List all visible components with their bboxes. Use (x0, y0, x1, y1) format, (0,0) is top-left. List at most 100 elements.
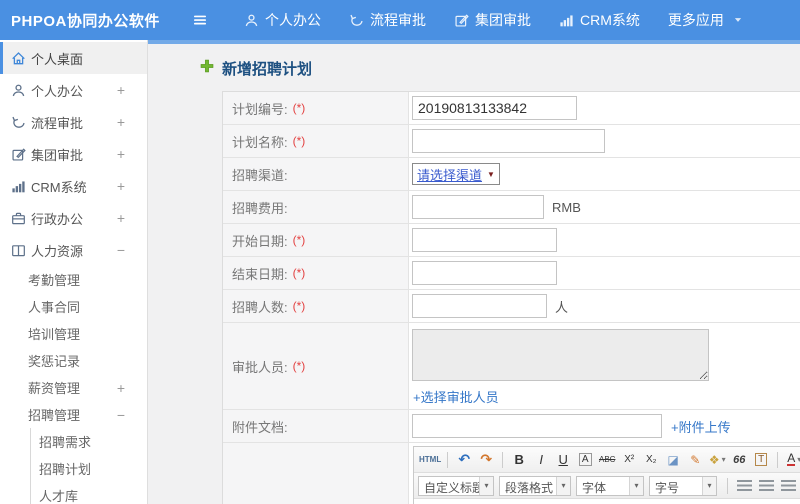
editor-superscript-button[interactable]: X² (619, 450, 639, 470)
editor-underline-button[interactable]: U (553, 450, 573, 470)
sidebar-item-crm-system[interactable]: CRM系统 + (0, 170, 147, 202)
editor-italic-button[interactable]: I (531, 450, 551, 470)
editor-align-right-button[interactable] (778, 476, 798, 496)
attachment-doc-input[interactable] (412, 414, 662, 438)
sidebar-item-attendance-mgmt[interactable]: 考勤管理 (0, 266, 147, 293)
editor-font-family-select[interactable]: 字体 ▾ (576, 475, 644, 496)
top-nav-more-apps[interactable]: 更多应用 (668, 10, 743, 30)
glyph: ABC (598, 455, 616, 464)
field-value-cell (409, 224, 800, 256)
expand-plus-icon[interactable]: + (117, 82, 125, 98)
sidebar-item-hr-contract[interactable]: 人事合同 (0, 293, 147, 320)
glyph: ◪ (667, 452, 679, 467)
sidebar-item-personal-desktop[interactable]: 个人桌面 (0, 42, 147, 74)
undo-icon (349, 13, 364, 28)
sidebar-item-recruit-plan[interactable]: 招聘计划 (30, 455, 147, 482)
editor-font-size-select[interactable]: 字号 ▾ (649, 475, 717, 496)
sidebar-item-recruit-mgmt[interactable]: 招聘管理 − (0, 401, 147, 428)
editor-subscript-button[interactable]: X₂ (641, 450, 661, 470)
recruit-cost-input[interactable] (412, 195, 544, 219)
editor-font-style-button[interactable]: A (575, 450, 595, 470)
editor-redo-button[interactable]: ↷ (476, 450, 496, 470)
glyph: ↷ (480, 451, 493, 467)
caret-down-icon (733, 15, 743, 25)
expand-plus-icon[interactable]: + (117, 146, 125, 162)
editor-align-left-button[interactable] (734, 476, 754, 496)
editor-paste-text-button[interactable]: T (751, 450, 771, 470)
sidebar-item-human-resources[interactable]: 人力资源 − (0, 234, 147, 266)
sidebar-item-talent-pool[interactable]: 人才库 (30, 482, 147, 504)
sidebar-item-recruit-demand[interactable]: 招聘需求 (30, 428, 147, 455)
recruit-headcount-input[interactable] (412, 294, 547, 318)
glyph: ✎ (690, 452, 701, 467)
expand-plus-icon[interactable]: + (117, 178, 125, 194)
editor-undo-button[interactable]: ↶ (454, 450, 474, 470)
expand-plus-icon[interactable]: + (117, 210, 125, 226)
editor-heading-select[interactable]: 自定义标题 ▾ (418, 475, 494, 496)
required-mark: (*) (292, 359, 306, 373)
editor-bold-button[interactable]: B (509, 450, 529, 470)
field-label-cell: 附件文档: (223, 410, 409, 442)
sidebar-item-label: 招聘管理 (28, 408, 81, 423)
select-approvers-link[interactable]: +选择审批人员 (413, 387, 499, 406)
sidebar-item-workflow-approval[interactable]: 流程审批 + (0, 106, 147, 138)
glyph: X² (624, 454, 635, 465)
glyph: ❖ (708, 452, 720, 467)
editor-format-brush-button[interactable]: ✎ (685, 450, 705, 470)
recruit-channel-select[interactable]: 请选择渠道 ▼ (412, 163, 500, 185)
sidebar-item-salary-mgmt[interactable]: 薪资管理 + (0, 374, 147, 401)
sidebar-item-label: 招聘需求 (39, 435, 92, 450)
sidebar-item-admin-office[interactable]: 行政办公 + (0, 202, 147, 234)
sidebar-item-label: 人力资源 (31, 243, 84, 259)
sidebar-item-group-approval[interactable]: 集团审批 + (0, 138, 147, 170)
editor-paint-format-button[interactable]: ❖ ▾ (707, 450, 727, 470)
top-nav: 个人办公 流程审批 集团审批 CRM系统 更多应用 (230, 10, 757, 30)
glyph: ↶ (458, 451, 471, 467)
sidebar-item-reward-records[interactable]: 奖惩记录 (0, 347, 147, 374)
plan-number-input[interactable] (412, 96, 577, 120)
required-mark: (*) (292, 101, 306, 115)
select-arrow-icon: ▼ (487, 169, 495, 179)
editor-eraser-button[interactable]: ◪ (663, 450, 683, 470)
attachment-doc-upload-link[interactable]: +附件上传 (671, 417, 731, 436)
unit-suffix: RMB (552, 199, 581, 215)
form-row-plan-content-editor: HTML↶↷BIUAABCX²X₂◪✎❖▾66TA▾ab▾≣自定义标题▾段落格式… (223, 443, 800, 504)
field-label: 招聘渠道: (232, 167, 288, 183)
editor-blockquote-button[interactable]: 66 (729, 450, 749, 470)
editor-source-code-button[interactable]: HTML (419, 450, 441, 470)
top-nav-crm-system[interactable]: CRM系统 (559, 10, 640, 30)
sidebar-item-training-mgmt[interactable]: 培训管理 (0, 320, 147, 347)
user-icon (10, 83, 27, 98)
collapse-minus-icon[interactable]: − (117, 407, 125, 423)
sidebar-item-personal-office[interactable]: 个人办公 + (0, 74, 147, 106)
expand-plus-icon[interactable]: + (117, 380, 125, 396)
main-content: 新增招聘计划 计划编号: (*) 计划名称: (*) 招聘渠道: 请选择渠道 ▼ 招聘费用: R… (148, 40, 800, 504)
top-nav-workflow-approval[interactable]: 流程审批 (349, 10, 426, 30)
editor-font-color-button[interactable]: A▾ (784, 450, 800, 470)
collapse-minus-icon[interactable]: − (117, 242, 125, 258)
editor-content-area[interactable] (414, 499, 800, 504)
sidebar-item-label: 个人办公 (31, 83, 84, 99)
end-date-input[interactable] (412, 261, 557, 285)
top-nav-group-approval[interactable]: 集团审批 (454, 10, 531, 30)
approvers-textarea[interactable] (412, 329, 709, 381)
top-nav-personal-office[interactable]: 个人办公 (244, 10, 321, 30)
sidebar-item-label: 薪资管理 (28, 381, 81, 396)
toolbar-separator (502, 451, 504, 468)
dropdown-caret-icon: ▾ (556, 476, 570, 495)
select-label: 自定义标题 (424, 480, 479, 495)
editor-paragraph-select[interactable]: 段落格式 ▾ (499, 475, 571, 496)
glyph: A (578, 453, 592, 466)
sidebar-item-label: 行政办公 (31, 211, 84, 227)
hamburger-menu-icon[interactable] (192, 12, 208, 28)
plan-name-input[interactable] (412, 129, 605, 153)
expand-plus-icon[interactable]: + (117, 114, 125, 130)
required-mark: (*) (292, 134, 306, 148)
field-label: 计划名称: (232, 134, 288, 150)
start-date-input[interactable] (412, 228, 557, 252)
field-label-cell: 结束日期: (*) (223, 257, 409, 289)
editor-strikethrough-button[interactable]: ABC (597, 450, 617, 470)
editor-align-center-button[interactable] (756, 476, 776, 496)
page-title-row: 新增招聘计划 (148, 44, 800, 91)
top-nav-label: CRM系统 (580, 12, 640, 28)
